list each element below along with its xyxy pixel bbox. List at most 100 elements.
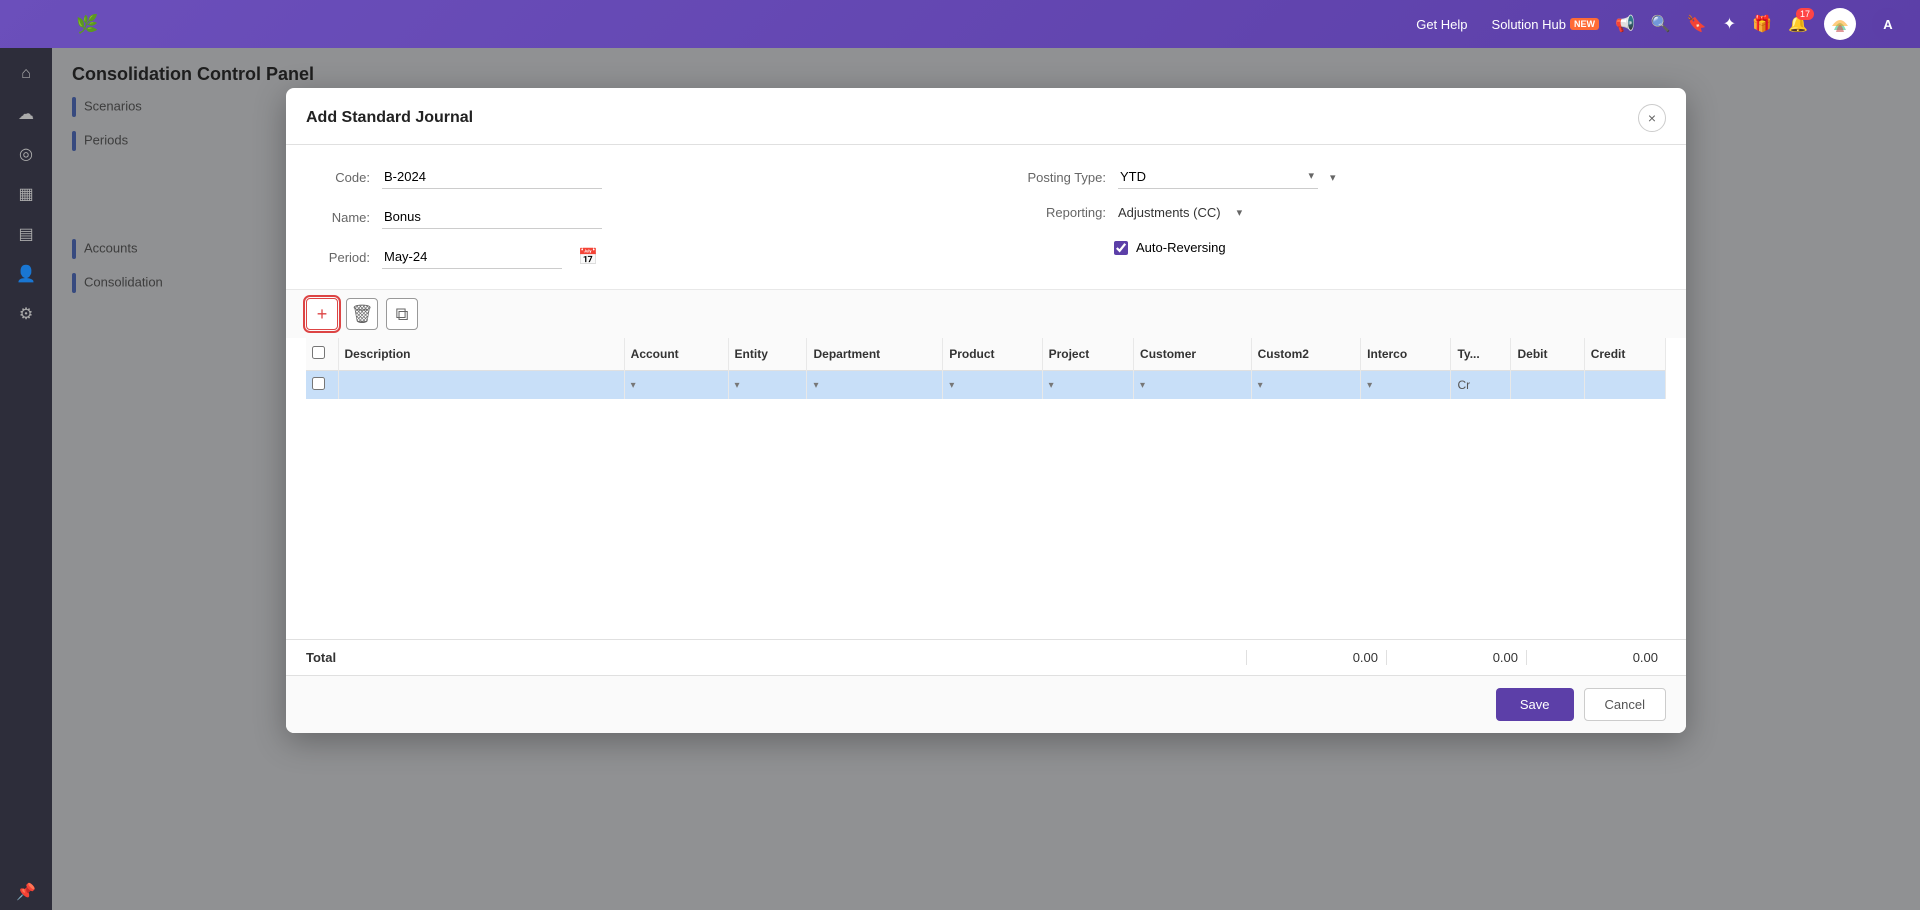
row-custom2-cell[interactable]: ▾ <box>1251 371 1361 400</box>
cancel-button[interactable]: Cancel <box>1584 688 1666 721</box>
gift-icon[interactable]: 🎁 <box>1752 14 1772 34</box>
period-row: Period: 📅 <box>310 245 966 269</box>
row-description-cell[interactable] <box>338 371 624 400</box>
save-button[interactable]: Save <box>1496 688 1574 721</box>
modal-overlay: Add Standard Journal × Code: Name: Perio… <box>52 48 1920 910</box>
period-label: Period: <box>310 250 370 265</box>
auto-reversing-row: Auto-Reversing <box>1006 236 1662 259</box>
code-row: Code: <box>310 165 966 189</box>
total-row: Total 0.00 0.00 0.00 <box>286 639 1686 675</box>
entity-dropdown-arrow[interactable]: ▾ <box>735 380 740 391</box>
posting-type-arrow: ▾ <box>1330 171 1336 184</box>
sidebar-item-target[interactable]: ◎ <box>8 136 44 172</box>
row-product-cell[interactable]: ▾ <box>943 371 1042 400</box>
row-department-cell[interactable]: ▾ <box>807 371 943 400</box>
product-dropdown-arrow[interactable]: ▾ <box>949 380 954 391</box>
row-checkbox[interactable] <box>312 377 325 390</box>
sidebar-item-home[interactable]: ⌂ <box>8 56 44 92</box>
code-label: Code: <box>310 170 370 185</box>
auto-reversing-checkbox[interactable] <box>1114 241 1128 255</box>
row-debit-cell[interactable] <box>1511 371 1584 400</box>
total-debit-value: 0.00 <box>1386 650 1526 665</box>
col-custom2: Custom2 <box>1251 338 1361 371</box>
copy-row-button[interactable]: ⧉ <box>386 298 418 330</box>
description-input[interactable] <box>345 378 618 392</box>
col-entity: Entity <box>728 338 807 371</box>
row-type-value: Cr <box>1457 378 1470 392</box>
row-account-cell[interactable]: ▾ <box>624 371 728 400</box>
custom2-dropdown-arrow[interactable]: ▾ <box>1258 380 1263 391</box>
modal-form: Code: Name: Period: 📅 Posting Type: <box>286 145 1686 289</box>
col-type: Ty... <box>1451 338 1511 371</box>
row-checkbox-cell <box>306 371 338 400</box>
row-project-cell[interactable]: ▾ <box>1042 371 1133 400</box>
modal-footer: Save Cancel <box>286 675 1686 733</box>
row-type-cell[interactable]: Cr <box>1451 371 1511 400</box>
sidebar-item-cloud[interactable]: ☁ <box>8 96 44 132</box>
row-entity-cell[interactable]: ▾ <box>728 371 807 400</box>
name-input[interactable] <box>382 205 602 229</box>
col-debit: Debit <box>1511 338 1584 371</box>
account-dropdown-arrow[interactable]: ▾ <box>631 380 636 391</box>
table-toolbar: + 🗑 ⧉ <box>286 289 1686 338</box>
notification-count: 17 <box>1796 8 1814 20</box>
sidebar-item-pin[interactable]: 📌 <box>8 874 44 910</box>
solution-hub-label: Solution Hub <box>1492 17 1566 32</box>
total-interco-value: 0.00 <box>1246 650 1386 665</box>
period-input[interactable] <box>382 245 562 269</box>
calendar-icon[interactable]: 📅 <box>578 247 598 267</box>
col-interco: Interco <box>1361 338 1451 371</box>
reporting-value: Adjustments (CC) <box>1118 205 1221 220</box>
get-help-button[interactable]: Get Help <box>1408 13 1475 36</box>
notification-icon[interactable]: 🔔 17 <box>1788 14 1808 34</box>
department-dropdown-arrow[interactable]: ▾ <box>813 380 818 391</box>
project-dropdown-arrow[interactable]: ▾ <box>1049 380 1054 391</box>
add-row-button[interactable]: + <box>306 298 338 330</box>
reporting-arrow: ▾ <box>1237 206 1243 219</box>
modal-header: Add Standard Journal × <box>286 88 1686 145</box>
posting-type-row: Posting Type: YTD PTD ▾ <box>1006 165 1662 189</box>
sidebar-item-settings[interactable]: ⚙ <box>8 296 44 332</box>
interco-dropdown-arrow[interactable]: ▾ <box>1367 380 1372 391</box>
total-values: 0.00 0.00 0.00 <box>1246 650 1666 665</box>
total-label: Total <box>306 650 336 665</box>
col-description: Description <box>338 338 624 371</box>
posting-type-label: Posting Type: <box>1006 170 1106 185</box>
col-project: Project <box>1042 338 1133 371</box>
auto-reversing-label: Auto-Reversing <box>1136 240 1226 255</box>
journal-table-wrapper: Description Account Entity Department Pr… <box>286 338 1686 399</box>
sidebar-item-grid[interactable]: ▦ <box>8 176 44 212</box>
row-interco-cell[interactable]: ▾ <box>1361 371 1451 400</box>
sidebar-item-table[interactable]: ▤ <box>8 216 44 252</box>
col-checkbox <box>306 338 338 371</box>
close-modal-button[interactable]: × <box>1638 104 1666 132</box>
solution-hub-area[interactable]: Solution Hub NEW <box>1492 17 1599 32</box>
delete-row-button[interactable]: 🗑 <box>346 298 378 330</box>
bookmark-icon[interactable]: 🔖 <box>1687 14 1707 34</box>
name-row: Name: <box>310 205 966 229</box>
col-customer: Customer <box>1134 338 1252 371</box>
sidebar-item-user[interactable]: 👤 <box>8 256 44 292</box>
new-badge: NEW <box>1570 18 1599 30</box>
row-customer-cell[interactable]: ▾ <box>1134 371 1252 400</box>
customer-dropdown-arrow[interactable]: ▾ <box>1140 380 1145 391</box>
name-label: Name: <box>310 210 370 225</box>
user-avatar[interactable]: A <box>1872 8 1904 40</box>
posting-type-select[interactable]: YTD PTD <box>1118 165 1318 189</box>
reporting-label: Reporting: <box>1006 205 1106 220</box>
col-product: Product <box>943 338 1042 371</box>
total-credit-value: 0.00 <box>1526 650 1666 665</box>
select-all-checkbox[interactable] <box>312 346 325 359</box>
broadcast-icon[interactable]: 📢 <box>1615 14 1635 34</box>
table-header-row: Description Account Entity Department Pr… <box>306 338 1666 371</box>
reporting-row: Reporting: Adjustments (CC) ▾ <box>1006 205 1662 220</box>
empty-area <box>286 399 1686 639</box>
compass-icon[interactable]: ✦ <box>1723 14 1736 34</box>
search-icon[interactable]: 🔍 <box>1651 14 1671 34</box>
table-row: ▾ ▾ ▾ ▾ ▾ <box>306 371 1666 400</box>
col-account: Account <box>624 338 728 371</box>
app-avatar-logo <box>1824 8 1856 40</box>
row-credit-cell[interactable] <box>1584 371 1665 400</box>
sidebar: ⌂ ☁ ◎ ▦ ▤ 👤 ⚙ 📌 <box>0 48 52 910</box>
code-input[interactable] <box>382 165 602 189</box>
